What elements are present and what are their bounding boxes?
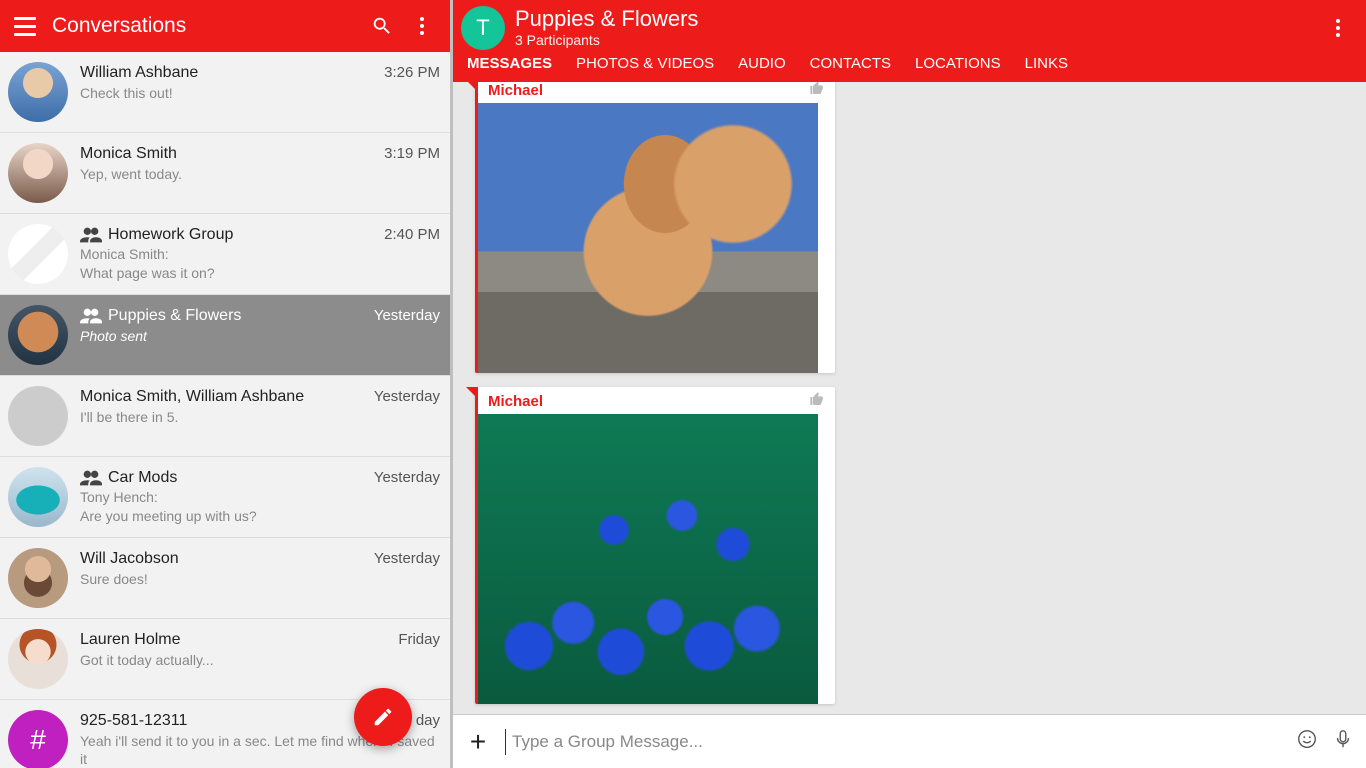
message-image[interactable]	[478, 103, 818, 373]
conversation-time: 3:19 PM	[384, 145, 440, 162]
conversation-snippet: Got it today actually...	[80, 651, 440, 669]
conversation-body: Lauren Holme Friday Got it today actually.…	[80, 629, 440, 689]
conversation-body: Puppies & Flowers Yesterday Photo sent	[80, 305, 440, 365]
tab-locations[interactable]: LOCATIONS	[915, 55, 1001, 76]
conversation-time: 3:26 PM	[384, 64, 440, 81]
conversations-title: Conversations	[52, 14, 362, 38]
app-root: Conversations William Ashbane 3:26 PM Chec…	[0, 0, 1366, 768]
conversation-time: Yesterday	[374, 388, 440, 405]
conversation-name: Puppies & Flowers	[108, 307, 241, 324]
chat-overflow-menu-icon[interactable]	[1318, 8, 1358, 48]
conversation-sender: Monica Smith:	[80, 246, 440, 262]
conversation-time: Yesterday	[374, 469, 440, 486]
like-icon[interactable]	[809, 391, 825, 412]
conversation-name: Car Mods	[108, 469, 177, 486]
group-icon	[80, 227, 102, 243]
conversation-snippet: Are you meeting up with us?	[80, 507, 440, 525]
conversation-time: day	[416, 712, 440, 729]
conversation-time: Yesterday	[374, 550, 440, 567]
conversation-sender: Tony Hench:	[80, 489, 440, 505]
message-sender: Michael	[488, 82, 543, 99]
chat-subtitle: 3 Participants	[515, 32, 1318, 48]
conversation-item[interactable]: William Ashbane 3:26 PM Check this out!	[0, 52, 450, 133]
conversation-body: Homework Group 2:40 PM Monica Smith: What p…	[80, 224, 440, 284]
conversation-body: Will Jacobson Yesterday Sure does!	[80, 548, 440, 608]
emoji-icon[interactable]	[1296, 728, 1318, 755]
message-image[interactable]	[478, 414, 818, 704]
conversation-body: Car Mods Yesterday Tony Hench: Are you meet…	[80, 467, 440, 527]
avatar	[8, 629, 68, 689]
conversation-snippet: What page was it on?	[80, 264, 440, 282]
conversation-item[interactable]: Homework Group 2:40 PM Monica Smith: What p…	[0, 214, 450, 295]
conversations-header: Conversations	[0, 0, 450, 52]
avatar	[8, 62, 68, 122]
overflow-menu-icon[interactable]	[402, 6, 442, 46]
menu-icon[interactable]	[8, 9, 42, 43]
conversations-panel: Conversations William Ashbane 3:26 PM Chec…	[0, 0, 453, 768]
chat-avatar[interactable]: T	[461, 6, 505, 50]
message: Michael	[475, 82, 835, 373]
message-sender: Michael	[488, 393, 543, 410]
conversation-snippet: Check this out!	[80, 84, 440, 102]
message-card: Michael	[475, 82, 835, 373]
conversation-time: 2:40 PM	[384, 226, 440, 243]
conversation-name: 925-581-12311	[80, 712, 187, 729]
conversation-item[interactable]: Monica Smith, William Ashbane Yesterday I'…	[0, 376, 450, 457]
conversation-time: Yesterday	[374, 307, 440, 324]
conversation-snippet: Sure does!	[80, 570, 440, 588]
conversation-item[interactable]: Car Mods Yesterday Tony Hench: Are you meet…	[0, 457, 450, 538]
chat-panel: T Puppies & Flowers 3 Participants MESSA…	[453, 0, 1366, 768]
avatar	[8, 467, 68, 527]
avatar	[8, 224, 68, 284]
chat-tabs: MESSAGES PHOTOS & VIDEOS AUDIO CONTACTS LOCA…	[453, 55, 1366, 82]
chat-title: Puppies & Flowers	[515, 7, 1318, 31]
chat-title-block: Puppies & Flowers 3 Participants	[515, 7, 1318, 47]
like-icon[interactable]	[809, 82, 825, 101]
conversation-name: William Ashbane	[80, 64, 198, 81]
message-thread[interactable]: Michael Michael	[453, 82, 1366, 714]
tab-messages[interactable]: MESSAGES	[467, 55, 552, 76]
group-icon	[80, 308, 102, 324]
conversation-snippet: Yep, went today.	[80, 165, 440, 183]
conversation-body: Monica Smith 3:19 PM Yep, went today.	[80, 143, 440, 203]
search-icon[interactable]	[362, 6, 402, 46]
conversation-list[interactable]: William Ashbane 3:26 PM Check this out! Mon…	[0, 52, 450, 768]
conversation-item[interactable]: Will Jacobson Yesterday Sure does!	[0, 538, 450, 619]
group-icon	[80, 470, 102, 486]
conversation-body: William Ashbane 3:26 PM Check this out!	[80, 62, 440, 122]
conversation-time: Friday	[398, 631, 440, 648]
tab-contacts[interactable]: CONTACTS	[810, 55, 891, 76]
conversation-snippet: Photo sent	[80, 327, 440, 345]
tab-audio[interactable]: AUDIO	[738, 55, 786, 76]
avatar	[8, 548, 68, 608]
avatar	[8, 386, 68, 446]
conversation-name: Homework Group	[108, 226, 233, 243]
conversation-body: Monica Smith, William Ashbane Yesterday I'…	[80, 386, 440, 446]
avatar: #	[8, 710, 68, 768]
conversation-item[interactable]: Monica Smith 3:19 PM Yep, went today.	[0, 133, 450, 214]
conversation-name: Monica Smith	[80, 145, 177, 162]
conversation-name: Monica Smith, William Ashbane	[80, 388, 304, 405]
avatar	[8, 143, 68, 203]
message: Michael	[475, 387, 835, 704]
avatar	[8, 305, 68, 365]
chat-header: T Puppies & Flowers 3 Participants MESSA…	[453, 0, 1366, 82]
message-input[interactable]	[505, 729, 1282, 755]
conversation-name: Lauren Holme	[80, 631, 181, 648]
conversation-name: Will Jacobson	[80, 550, 179, 567]
compose-button[interactable]	[354, 688, 412, 746]
conversation-snippet: I'll be there in 5.	[80, 408, 440, 426]
conversation-item[interactable]: Puppies & Flowers Yesterday Photo sent	[0, 295, 450, 376]
tab-photos-videos[interactable]: PHOTOS & VIDEOS	[576, 55, 714, 76]
attach-icon[interactable]: +	[465, 726, 491, 758]
mic-icon[interactable]	[1332, 728, 1354, 755]
composer: +	[453, 714, 1366, 768]
tab-links[interactable]: LINKS	[1025, 55, 1068, 76]
message-card: Michael	[475, 387, 835, 704]
